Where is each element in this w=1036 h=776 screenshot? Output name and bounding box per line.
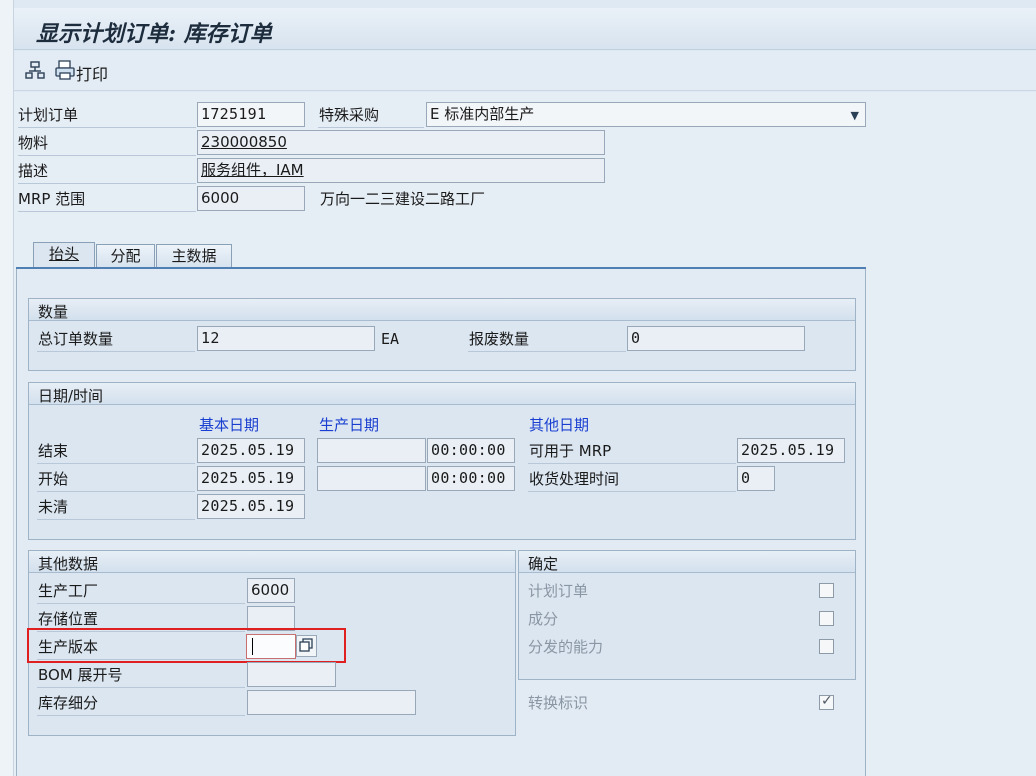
unit-label: EA [381,330,400,348]
firm-capacity-label: 分发的能力 [528,638,604,656]
page-title: 显示计划订单: 库存订单 [36,21,272,47]
production-dates-header: 生产日期 [319,416,380,434]
start-label: 开始 [38,470,69,488]
end-production-date-field[interactable] [317,438,426,463]
firm-group-header: 确定 [519,551,855,573]
label-underline [18,183,196,184]
tab-assignment[interactable]: 分配 [96,244,155,269]
firm-capacity-checkbox[interactable] [819,639,834,654]
end-label: 结束 [38,442,69,460]
quantity-title: 数量 [38,303,69,321]
description-field[interactable]: 服务组件，IAM [197,158,605,183]
total-quantity-field[interactable]: 12 [197,326,375,351]
special-procurement-value: E 标准内部生产 [430,105,535,123]
production-plant-label: 生产工厂 [38,582,99,600]
mrp-area-text: 万向一二三建设二路工厂 [320,190,486,208]
open-label: 未清 [38,498,69,516]
special-procurement-select[interactable]: E 标准内部生产 ▼ [426,102,866,127]
dates-title: 日期/时间 [38,387,104,405]
label-underline [18,155,196,156]
label-underline [37,715,245,716]
mrp-available-field[interactable]: 2025.05.19 [737,438,845,463]
mrp-available-label: 可用于 MRP [529,442,612,460]
other-data-title: 其他数据 [38,555,99,573]
total-quantity-label: 总订单数量 [38,330,114,348]
start-production-date-field[interactable] [317,466,426,491]
storage-location-label: 存储位置 [38,610,99,628]
label-underline [37,687,245,688]
print-label: 打印 [76,65,109,84]
bom-explosion-label: BOM 展开号 [38,666,123,684]
tab-header[interactable]: 抬头 [33,242,95,269]
tab-header-label: 抬头 [48,245,79,263]
dates-group-header: 日期/时间 [29,383,855,405]
label-underline [528,491,736,492]
open-basic-date-field[interactable]: 2025.05.19 [197,494,305,519]
label-underline [318,127,424,128]
other-dates-header: 其他日期 [529,416,590,434]
firm-title: 确定 [528,555,559,573]
chevron-down-icon[interactable]: ▼ [851,106,859,125]
gr-processing-time-field[interactable]: 0 [737,466,775,491]
tab-master-data[interactable]: 主数据 [156,244,232,269]
end-basic-date-field[interactable]: 2025.05.19 [197,438,305,463]
bom-explosion-field[interactable] [247,662,336,687]
material-field[interactable]: 230000850 [197,130,605,155]
stock-segment-field[interactable] [247,690,416,715]
scrap-quantity-label: 报废数量 [469,330,530,348]
structure-icon[interactable] [25,60,45,84]
planned-order-field[interactable]: 1725191 [197,102,305,127]
end-time-field[interactable]: 00:00:00 [427,438,515,463]
tab-master-data-label: 主数据 [171,247,217,265]
firm-group: 确定 [518,550,856,680]
firm-planned-order-label: 计划订单 [528,582,589,600]
label-underline [37,519,195,520]
title-bar: 显示计划订单: 库存订单 [14,8,1036,50]
label-underline [18,127,196,128]
production-plant-field[interactable]: 6000 [247,578,295,603]
planned-order-label: 计划订单 [18,106,79,124]
special-procurement-label: 特殊采购 [319,106,380,124]
mrp-area-field[interactable]: 6000 [197,186,305,211]
quantity-group-header: 数量 [29,299,855,321]
highlight-box [27,628,346,663]
start-time-field[interactable]: 00:00:00 [427,466,515,491]
description-value: 服务组件，IAM [201,161,304,179]
conversion-indicator-checkbox[interactable] [819,693,834,710]
basic-dates-header: 基本日期 [199,416,260,434]
material-value: 230000850 [201,133,287,151]
start-basic-date-field[interactable]: 2025.05.19 [197,466,305,491]
description-label: 描述 [18,162,49,180]
firm-planned-order-checkbox[interactable] [819,583,834,598]
left-edge [0,0,14,776]
conversion-indicator-label: 转换标识 [528,694,589,712]
label-underline [468,351,626,352]
tab-assignment-label: 分配 [110,247,141,265]
firm-component-checkbox[interactable] [819,611,834,626]
stock-segment-label: 库存细分 [38,694,99,712]
label-underline [18,211,196,212]
mrp-area-label: MRP 范围 [18,190,86,208]
label-underline [528,463,736,464]
gr-processing-time-label: 收货处理时间 [529,470,620,488]
label-underline [37,603,245,604]
scrap-quantity-field[interactable]: 0 [627,326,805,351]
other-data-group-header: 其他数据 [29,551,515,573]
printer-icon [55,60,75,80]
toolbar: 打印 [14,51,1036,91]
label-underline [37,491,195,492]
label-underline [37,463,195,464]
material-label: 物料 [18,134,49,152]
label-underline [37,351,195,352]
firm-component-label: 成分 [528,610,559,628]
